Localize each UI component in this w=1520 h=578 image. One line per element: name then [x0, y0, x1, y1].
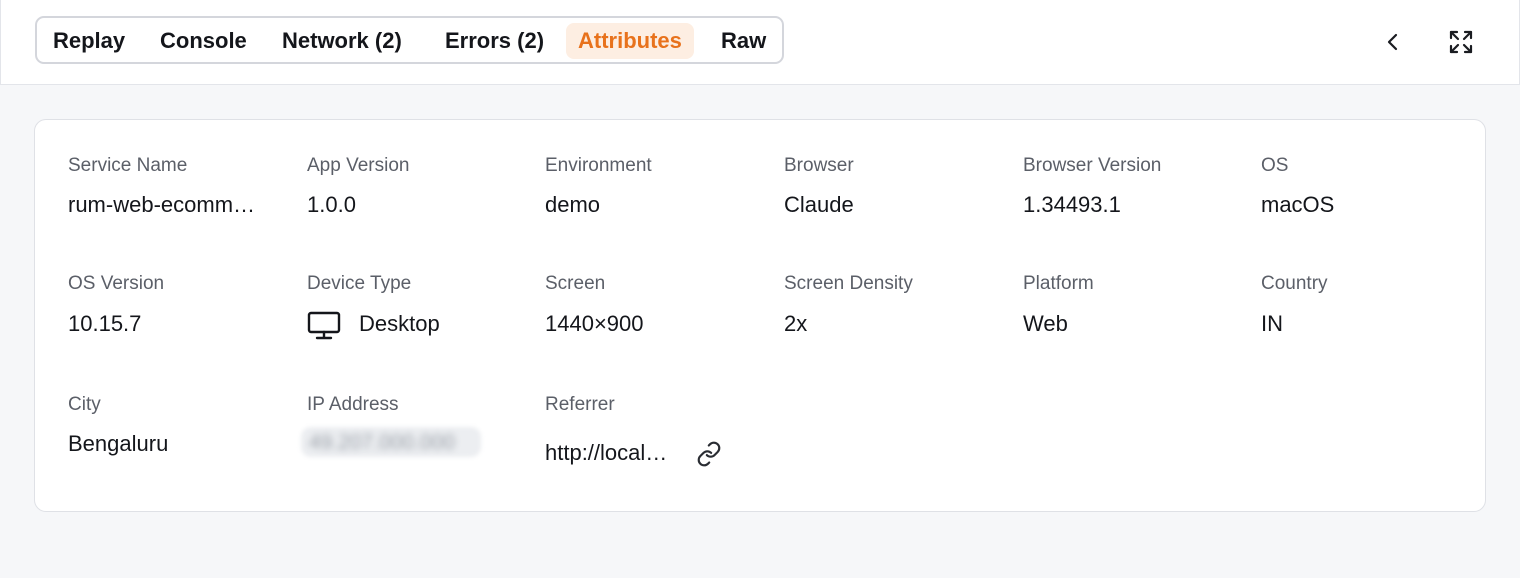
referrer-value: http://localhost: [545, 440, 669, 465]
screen-density-value: 2x: [784, 311, 808, 336]
open-referrer-link-button[interactable]: [693, 438, 725, 470]
browser-label: Browser: [784, 155, 854, 176]
country-value: IN: [1261, 311, 1283, 336]
screen-label: Screen: [545, 273, 606, 294]
os-value: macOS: [1261, 192, 1335, 217]
expand-button[interactable]: [1443, 24, 1479, 60]
screen-density-label: Screen Density: [784, 273, 913, 294]
platform-label: Platform: [1023, 273, 1094, 294]
referrer-label: Referrer: [545, 394, 615, 415]
monitor-icon: [307, 311, 341, 340]
screen-value: 1440×900: [545, 311, 644, 336]
tab-replay[interactable]: Replay: [53, 23, 125, 59]
city-label: City: [68, 394, 101, 415]
device-type-value: Desktop: [359, 311, 440, 336]
country-label: Country: [1261, 273, 1328, 294]
platform-value: Web: [1023, 311, 1068, 336]
tab-errors[interactable]: Errors (2): [445, 23, 544, 59]
browser-value: Claude: [784, 192, 854, 217]
expand-icon: [1449, 30, 1473, 54]
service-name-label: Service Name: [68, 155, 188, 176]
collapse-button[interactable]: [1375, 24, 1411, 60]
tab-bar: Replay Console Network (2) Errors (2) At…: [35, 16, 784, 64]
chevron-left-icon: [1387, 33, 1398, 51]
tab-network[interactable]: Network (2): [282, 23, 402, 59]
device-type-label: Device Type: [307, 273, 412, 294]
detail-header: Replay Console Network (2) Errors (2) At…: [0, 0, 1520, 85]
tab-raw[interactable]: Raw: [721, 23, 766, 59]
environment-value: demo: [545, 192, 601, 217]
attributes-card: Service Name rum-web-ecommerce App Versi…: [34, 119, 1486, 512]
browser-version-value: 1.34493.1: [1023, 192, 1121, 217]
tab-console[interactable]: Console: [160, 23, 247, 59]
city-value: Bengaluru: [68, 431, 169, 456]
os-version-value: 10.15.7: [68, 311, 142, 336]
ip-address-value: 49.207.000.000: [309, 431, 455, 454]
os-version-label: OS Version: [68, 273, 165, 294]
tab-attributes[interactable]: Attributes: [566, 23, 694, 59]
link-icon: [697, 441, 721, 467]
service-name-value: rum-web-ecommerce: [68, 192, 260, 217]
browser-version-label: Browser Version: [1023, 155, 1162, 176]
app-version-label: App Version: [307, 155, 410, 176]
ip-address-label: IP Address: [307, 394, 399, 415]
os-label: OS: [1261, 155, 1289, 176]
app-version-value: 1.0.0: [307, 192, 356, 217]
environment-label: Environment: [545, 155, 652, 176]
